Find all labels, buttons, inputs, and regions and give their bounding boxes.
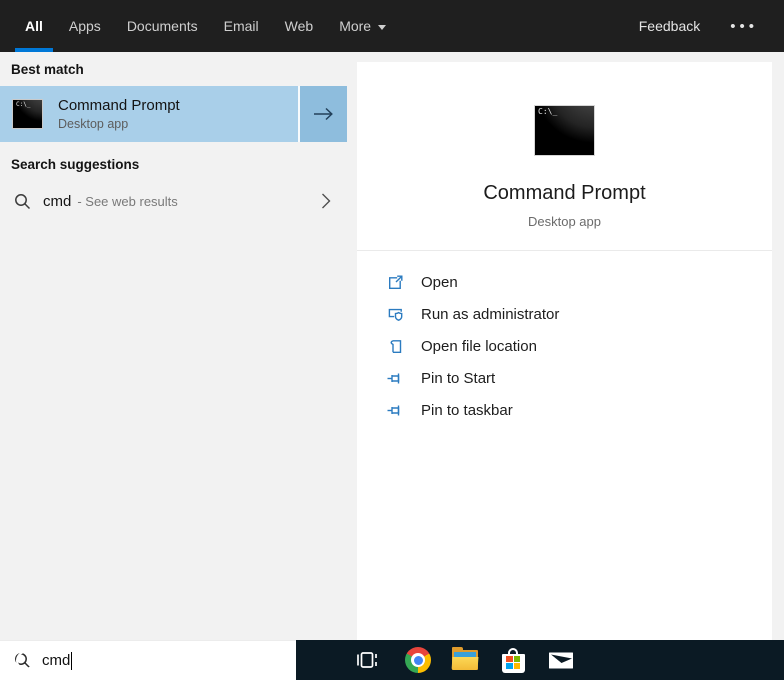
action-pin-start-label: Pin to Start — [421, 370, 495, 387]
chevron-down-icon — [378, 25, 386, 30]
taskbar — [296, 640, 784, 680]
file-explorer-icon — [452, 650, 478, 670]
best-match-title: Command Prompt — [58, 97, 180, 114]
command-prompt-icon-large: C:\_ — [534, 105, 595, 156]
best-match-header: Best match — [11, 62, 84, 77]
preview-divider — [357, 250, 772, 251]
best-match-text: Command Prompt Desktop app — [58, 97, 180, 131]
tab-web[interactable]: Web — [272, 0, 327, 52]
chevron-right-icon — [321, 192, 331, 210]
topbar-right: Feedback ••• — [639, 0, 760, 52]
tab-all-label: All — [25, 18, 43, 34]
action-pin-taskbar-label: Pin to taskbar — [421, 402, 513, 419]
context-actions: Open Run as administrator — [387, 266, 762, 426]
expand-preview-button[interactable] — [298, 86, 347, 142]
arrow-right-icon — [312, 106, 335, 122]
pin-icon — [387, 402, 404, 419]
more-options-icon[interactable]: ••• — [730, 18, 760, 35]
tab-more-label: More — [339, 18, 371, 34]
task-view-button[interactable] — [346, 640, 388, 680]
open-icon — [387, 274, 404, 291]
terminal-prompt-text: C:\_ — [538, 108, 557, 116]
tab-email-label: Email — [224, 18, 259, 34]
tab-documents[interactable]: Documents — [114, 0, 211, 52]
action-pin-to-taskbar[interactable]: Pin to taskbar — [387, 394, 762, 426]
best-match-subtitle: Desktop app — [58, 117, 180, 131]
action-open-file-location[interactable]: Open file location — [387, 330, 762, 362]
search-filter-bar: All Apps Documents Email Web More Feedba… — [0, 0, 784, 52]
feedback-button[interactable]: Feedback — [639, 18, 700, 34]
mail-button[interactable] — [537, 640, 585, 680]
pin-icon — [387, 370, 404, 387]
tab-more[interactable]: More — [326, 0, 399, 52]
run-admin-shield-icon — [387, 306, 404, 323]
search-suggestions-header: Search suggestions — [11, 157, 139, 172]
search-input[interactable]: cmd — [0, 640, 296, 680]
text-cursor — [71, 652, 72, 670]
tab-apps-label: Apps — [69, 18, 101, 34]
chrome-icon — [405, 647, 431, 673]
tab-web-label: Web — [285, 18, 314, 34]
mail-icon — [548, 650, 574, 670]
file-explorer-button[interactable] — [441, 640, 489, 680]
suggestion-cmd-web-results[interactable]: cmd - See web results — [0, 178, 347, 224]
best-match-main[interactable]: C:\_ Command Prompt Desktop app — [0, 86, 298, 142]
action-run-admin-label: Run as administrator — [421, 306, 559, 323]
suggestion-hint: - See web results — [77, 194, 177, 209]
cortana-icon — [16, 651, 35, 670]
task-view-icon — [356, 650, 378, 670]
terminal-prompt-text: C:\_ — [16, 102, 30, 108]
preview-panel: C:\_ Command Prompt Desktop app Open — [357, 62, 772, 640]
preview-subtitle: Desktop app — [357, 214, 772, 229]
tab-apps[interactable]: Apps — [56, 0, 114, 52]
action-open[interactable]: Open — [387, 266, 762, 298]
chrome-button[interactable] — [394, 640, 442, 680]
tab-documents-label: Documents — [127, 18, 198, 34]
microsoft-store-icon — [501, 647, 526, 673]
tab-email[interactable]: Email — [211, 0, 272, 52]
microsoft-store-button[interactable] — [489, 640, 537, 680]
windows-search-panel: { "header": { "tabs": [ { "label": "All"… — [0, 0, 784, 680]
best-match-result[interactable]: C:\_ Command Prompt Desktop app — [0, 86, 347, 142]
search-query-text: cmd — [42, 652, 70, 669]
tab-all[interactable]: All — [12, 0, 56, 52]
search-icon — [14, 193, 31, 210]
action-pin-to-start[interactable]: Pin to Start — [387, 362, 762, 394]
action-run-as-administrator[interactable]: Run as administrator — [387, 298, 762, 330]
action-file-location-label: Open file location — [421, 338, 537, 355]
cortana-button[interactable] — [7, 640, 43, 680]
suggestion-query: cmd — [43, 193, 71, 210]
results-pane: Best match C:\_ Command Prompt Desktop a… — [0, 52, 347, 640]
action-open-label: Open — [421, 274, 458, 291]
command-prompt-icon: C:\_ — [12, 99, 43, 129]
file-location-icon — [387, 338, 404, 355]
preview-title: Command Prompt — [357, 182, 772, 205]
